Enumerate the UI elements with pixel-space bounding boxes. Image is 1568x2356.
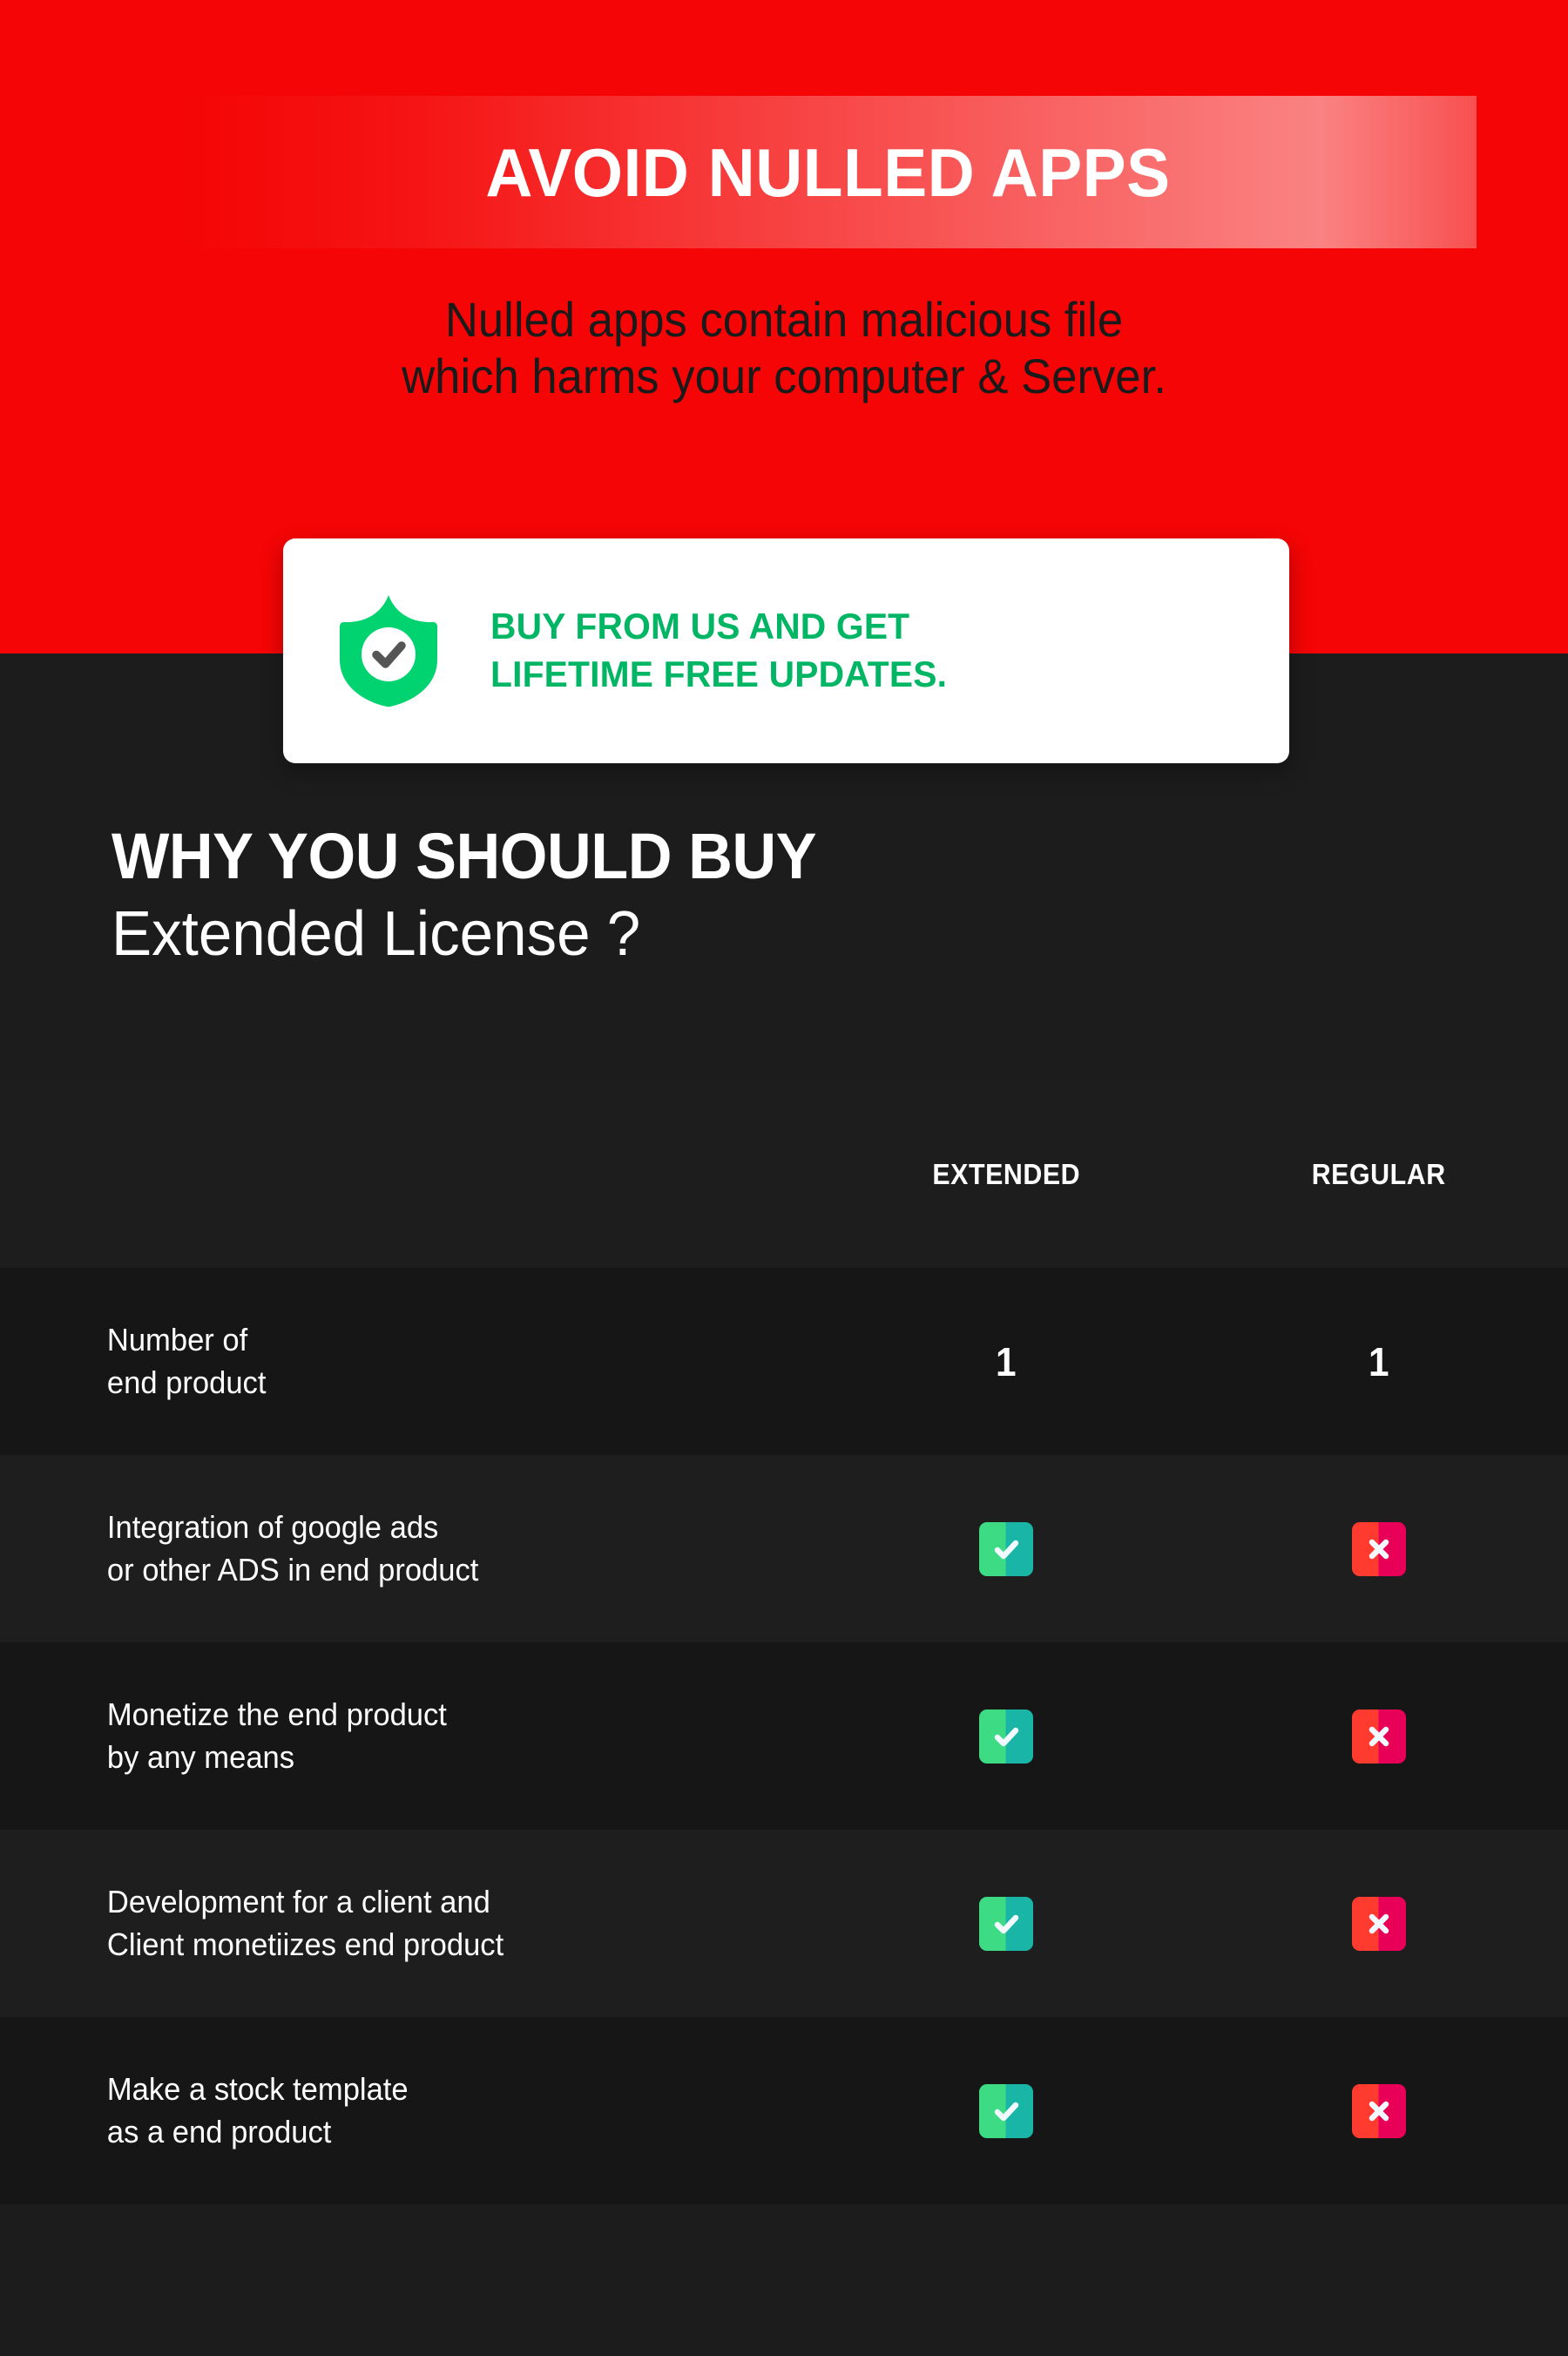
- why-buy-section: WHY YOU SHOULD BUY Extended License ? EX…: [0, 653, 1568, 2205]
- column-header-extended: EXTENDED: [932, 1157, 1080, 1190]
- table-row: Integration of google ads or other ADS i…: [0, 1455, 1568, 1643]
- row-regular-value: [1189, 1521, 1568, 1576]
- section-heading-light: Extended License ?: [112, 899, 641, 970]
- table-header-row: EXTENDED REGULAR: [0, 1080, 1568, 1269]
- row-label: Integration of google ads or other ADS i…: [0, 1506, 790, 1591]
- table-row: Number of end product 1 1: [0, 1268, 1568, 1456]
- row-regular-value: [1189, 2083, 1568, 2138]
- row-label: Development for a client and Client mone…: [0, 1881, 790, 1966]
- row-label-line-2: Client monetiizes end product: [106, 1926, 504, 1962]
- check-icon: [979, 1709, 1033, 1764]
- row-extended-value: [823, 2083, 1189, 2138]
- check-icon: [979, 2083, 1033, 2138]
- badge-text-line-2: LIFETIME FREE UPDATES.: [490, 653, 948, 694]
- table-row: Monetize the end product by any means: [0, 1642, 1568, 1831]
- column-header-regular: REGULAR: [1311, 1157, 1446, 1190]
- row-regular-value: [1189, 1896, 1568, 1951]
- table-row: Development for a client and Client mone…: [0, 1830, 1568, 2018]
- row-label-line-2: or other ADS in end product: [106, 1551, 479, 1588]
- table-row: Make a stock template as a end product: [0, 2017, 1568, 2205]
- badge-text: BUY FROM US AND GET LIFETIME FREE UPDATE…: [490, 603, 947, 698]
- row-extended-value: [823, 1709, 1189, 1764]
- cross-icon: [1351, 2083, 1406, 2138]
- row-label: Monetize the end product by any means: [0, 1694, 790, 1778]
- cross-icon: [1351, 1709, 1406, 1764]
- cross-icon: [1351, 1521, 1406, 1576]
- row-label-line-1: Make a stock template: [106, 2071, 409, 2108]
- lifetime-updates-badge: BUY FROM US AND GET LIFETIME FREE UPDATE…: [283, 538, 1289, 763]
- check-icon: [979, 1521, 1033, 1576]
- hero-title-band: AVOID NULLED APPS: [179, 96, 1477, 248]
- license-comparison-table: EXTENDED REGULAR Number of end product 1…: [0, 1080, 1568, 2205]
- badge-card: BUY FROM US AND GET LIFETIME FREE UPDATE…: [283, 538, 1289, 763]
- section-heading-bold: WHY YOU SHOULD BUY: [112, 820, 817, 892]
- row-label-line-1: Monetize the end product: [106, 1696, 447, 1733]
- row-label: Make a stock template as a end product: [0, 2068, 790, 2153]
- header-extended-cell: EXTENDED: [823, 1158, 1189, 1191]
- row-label: Number of end product: [0, 1319, 790, 1404]
- row-extended-value: [823, 1521, 1189, 1576]
- row-label-line-1: Development for a client and: [106, 1884, 490, 1920]
- row-label-line-2: as a end product: [106, 2113, 332, 2150]
- row-regular-value: [1189, 1709, 1568, 1764]
- row-regular-value: 1: [1189, 1338, 1568, 1385]
- hero-subtitle-line-2: which harms your computer & Server.: [402, 348, 1166, 403]
- row-label-line-2: by any means: [106, 1738, 295, 1775]
- hero-subtitle-line-1: Nulled apps contain malicious file: [444, 292, 1124, 347]
- page-title: AVOID NULLED APPS: [484, 133, 1171, 211]
- check-icon: [979, 1896, 1033, 1951]
- row-extended-value: [823, 1896, 1189, 1951]
- header-regular-cell: REGULAR: [1189, 1158, 1568, 1191]
- shield-check-icon: [337, 593, 440, 708]
- hero-subtitle: Nulled apps contain malicious file which…: [47, 292, 1521, 405]
- cross-icon: [1351, 1896, 1406, 1951]
- row-extended-value: 1: [823, 1338, 1189, 1385]
- badge-text-line-1: BUY FROM US AND GET: [490, 606, 910, 647]
- regular-count: 1: [1368, 1338, 1389, 1384]
- extended-count: 1: [996, 1338, 1017, 1384]
- row-label-line-1: Number of: [106, 1322, 248, 1358]
- row-label-line-2: end product: [106, 1364, 267, 1400]
- row-label-line-1: Integration of google ads: [106, 1509, 439, 1546]
